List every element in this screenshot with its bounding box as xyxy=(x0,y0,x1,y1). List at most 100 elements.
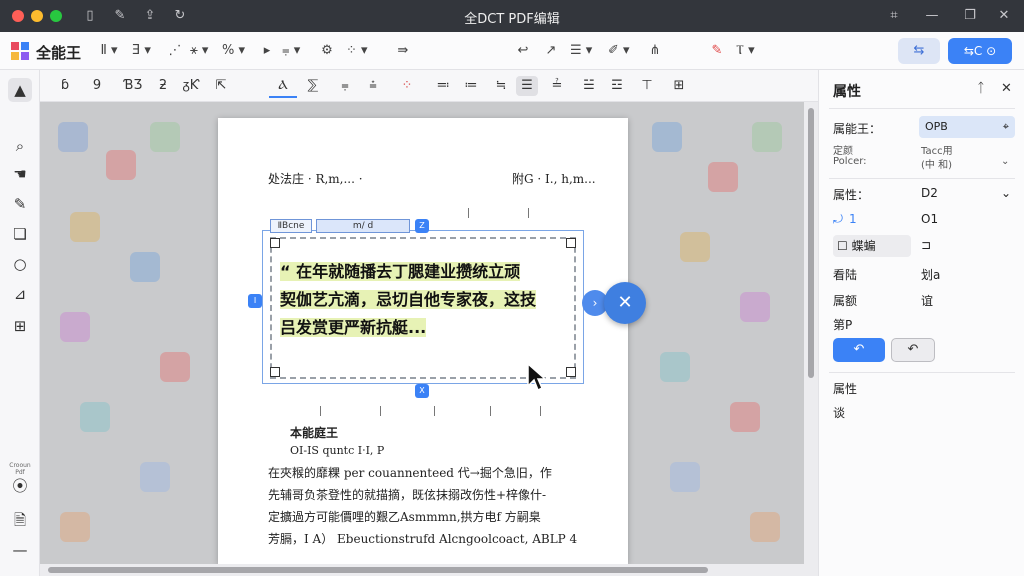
marker-icon[interactable]: ✎ xyxy=(708,41,726,61)
superscript-icon[interactable]: ⇱ xyxy=(210,76,232,96)
rotate-value[interactable]: 1 xyxy=(849,212,857,226)
horizontal-scrollbar[interactable] xyxy=(40,564,818,576)
font-size-icon[interactable]: ƁƷ xyxy=(122,76,144,96)
vertical-scrollbar[interactable] xyxy=(804,102,818,564)
section2-value[interactable]: D2 xyxy=(921,186,938,200)
undo-button[interactable]: ↶ xyxy=(833,338,885,362)
opacity-value[interactable]: O1 xyxy=(921,212,938,226)
selection-tab-label[interactable]: ⅡBcne xyxy=(270,219,312,233)
pencil-icon[interactable]: ✎ xyxy=(8,192,32,216)
align-left-icon[interactable]: ≕ xyxy=(432,76,454,96)
document-icon[interactable]: 🗎 xyxy=(8,508,32,532)
app-name: 全能王 xyxy=(36,44,82,62)
eyedropper-icon: ⌖ xyxy=(1002,120,1009,133)
resize-handle-bottom-left[interactable] xyxy=(270,367,280,377)
vertical-scroll-thumb[interactable] xyxy=(808,108,814,378)
horizontal-scroll-thumb[interactable] xyxy=(48,567,708,573)
row6-value[interactable]: 谊 xyxy=(921,292,933,309)
hand-icon[interactable]: ☚ xyxy=(8,162,32,186)
left-anchor-icon[interactable]: Ⅰ xyxy=(248,294,262,308)
table-icon[interactable]: ⊞ xyxy=(8,314,32,338)
rotate-icon[interactable]: ⤾ xyxy=(833,212,843,227)
text-style-icon[interactable]: Ⲧ ▾ xyxy=(736,41,755,61)
resize-handle-top-right[interactable] xyxy=(566,238,576,248)
hook-icon[interactable]: ↩ xyxy=(514,41,532,61)
font-label: 属能王： xyxy=(833,122,882,136)
sum-icon[interactable]: ⅀ xyxy=(302,76,324,96)
minimize-icon[interactable]: — xyxy=(922,6,942,26)
play-icon[interactable]: ▸ xyxy=(258,41,276,61)
font-case-icon[interactable]: ᵹƘ xyxy=(180,76,202,96)
percent-icon[interactable]: % ▾ xyxy=(222,41,245,61)
section3-value[interactable]: 谈 xyxy=(833,404,845,421)
format-icon[interactable]: Ǝ ▾ xyxy=(132,41,151,61)
page-header-right: 附G · Ⅰ., h,m... xyxy=(512,172,596,186)
table-format-icon[interactable]: ⊞ xyxy=(668,76,690,96)
split-icon[interactable]: ⋔ xyxy=(646,41,664,61)
option-checkbox[interactable]: ☐ 蝶蝙 xyxy=(833,235,911,257)
close-panel-icon[interactable]: ✕ xyxy=(1001,81,1012,96)
list-icon[interactable]: ☰ ▾ xyxy=(570,41,592,61)
resize-handle-top-left[interactable] xyxy=(270,238,280,248)
compass-icon[interactable]: ⦿ xyxy=(8,474,32,498)
select-arrow-icon[interactable]: ▲ xyxy=(8,78,32,102)
arrow-icon[interactable]: ↗ xyxy=(542,41,560,61)
pen-tool-icon[interactable]: ✐ ▾ xyxy=(608,41,630,61)
convert-button[interactable]: ⇆C ⊙ xyxy=(948,38,1012,64)
resize-handle-bottom-right[interactable] xyxy=(566,367,576,377)
style-value[interactable]: Tacc用 xyxy=(921,142,953,157)
equal-icon[interactable]: ⩦ xyxy=(334,76,356,96)
selection-tab-field[interactable]: ⅿ/ d xyxy=(316,219,410,233)
search-icon[interactable]: ⌕ xyxy=(8,134,32,158)
color-dots-icon[interactable]: ⁘ xyxy=(396,76,418,96)
edit-text-line[interactable]: 吕发赏更严新抗艇... xyxy=(280,314,427,338)
equiv-icon[interactable]: ⩮ xyxy=(362,76,384,96)
share-button[interactable]: ⇆ xyxy=(898,38,940,64)
align-icon[interactable]: ⩦ ▾ xyxy=(282,41,300,61)
page-icon[interactable]: ❏ xyxy=(8,222,32,246)
top-anchor-icon[interactable]: Z xyxy=(415,219,429,233)
background-tile xyxy=(660,352,690,382)
minus-icon[interactable]: — xyxy=(8,538,32,562)
background-tile xyxy=(740,292,770,322)
font-select[interactable]: OPB ⌖ xyxy=(919,116,1015,138)
magic-icon[interactable]: ⚹ ▾ xyxy=(190,41,208,61)
row5-value[interactable]: 划a xyxy=(921,266,940,283)
line-spacing-icon[interactable]: ≟ xyxy=(546,76,568,96)
chevron-down-icon[interactable]: ⌄ xyxy=(1001,156,1009,167)
edit-text-line[interactable]: “ 在年就随播去丁腮建业攒统立顽 xyxy=(280,258,521,282)
stamp-icon[interactable]: ⊿ xyxy=(8,282,32,306)
background-tile xyxy=(160,352,190,382)
indent-icon[interactable]: ⊤ xyxy=(636,76,658,96)
section3-label: 属性 xyxy=(833,382,858,396)
circle-icon[interactable]: ○ xyxy=(8,252,32,276)
page-header-left: 处法庄 · R,m,... · xyxy=(268,172,363,186)
color-value[interactable]: (中 和) xyxy=(921,156,952,171)
bold-icon[interactable]: ɓ xyxy=(54,76,76,96)
ruler-tick xyxy=(468,208,469,218)
redo-button[interactable]: ↶ xyxy=(891,338,935,362)
bottom-anchor-icon[interactable]: Ⅹ xyxy=(415,384,429,398)
crop-icon[interactable]: ⌗ xyxy=(884,6,904,26)
background-tile xyxy=(70,212,100,242)
link-icon[interactable]: ⋰ xyxy=(166,41,184,61)
bullet-list-icon[interactable]: ☲ xyxy=(606,76,628,96)
ai-rewrite-button[interactable]: ✕ xyxy=(604,282,646,324)
align-right-icon[interactable]: ≒ xyxy=(490,76,512,96)
italic-icon[interactable]: 9 xyxy=(86,76,108,96)
restore-icon[interactable]: ❐ xyxy=(960,6,980,26)
numbered-list-icon[interactable]: ☱ xyxy=(578,76,600,96)
grid-icon[interactable]: ⁘ ▾ xyxy=(346,41,368,61)
text-tool-icon[interactable]: Ⅱ ▾ xyxy=(100,41,118,61)
close-icon[interactable]: ✕ xyxy=(994,6,1014,26)
chevron-down-icon[interactable]: ⌄ xyxy=(1001,186,1011,200)
underline-icon[interactable]: Ⲁ xyxy=(272,76,294,96)
settings-icon[interactable]: ⚙ xyxy=(318,41,336,61)
align-center-icon[interactable]: ≔ xyxy=(460,76,482,96)
pin-icon[interactable]: ᛏ xyxy=(977,81,985,96)
strikethrough-icon[interactable]: ƻ xyxy=(152,76,174,96)
align-justify-icon[interactable]: ☰ xyxy=(516,76,538,96)
edit-text-line[interactable]: 契伽艺亢滴，忌切自他专家夜，这技 xyxy=(280,286,537,310)
forward-icon[interactable]: ⇛ xyxy=(394,41,412,61)
link-square-icon[interactable]: ⊐ xyxy=(921,238,931,252)
